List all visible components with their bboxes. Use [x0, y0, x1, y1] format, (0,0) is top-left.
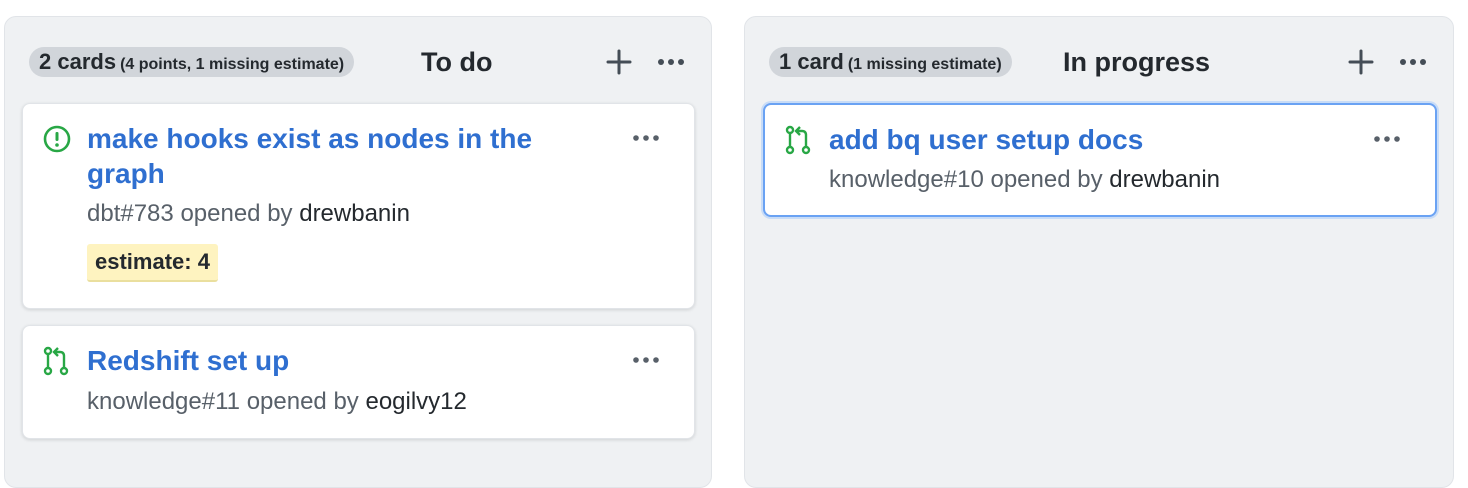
card-count: 1 card: [779, 49, 844, 74]
pull-request-icon: [42, 346, 72, 376]
card-title-link[interactable]: add bq user setup docs: [829, 122, 1305, 157]
card-menu-button[interactable]: [628, 128, 664, 148]
pull-request-icon: [784, 125, 814, 155]
column-menu-button[interactable]: [651, 45, 691, 79]
card-count: 2 cards: [39, 49, 117, 74]
kebab-horizontal-icon: [658, 59, 684, 65]
opened-by-text: opened by: [180, 200, 293, 227]
card-pull-request[interactable]: Redshift set up knowledge#11 opened by e…: [22, 325, 695, 439]
column-in-progress: 1 card (1 missing estimate) In progress a…: [744, 16, 1454, 488]
card-author[interactable]: eogilvy12: [365, 388, 466, 415]
plus-icon: [606, 49, 632, 75]
kebab-horizontal-icon: [1400, 59, 1426, 65]
kebab-horizontal-icon: [633, 135, 659, 141]
plus-icon: [1348, 49, 1374, 75]
card-menu-button[interactable]: [1369, 129, 1405, 149]
opened-by-text: opened by: [990, 166, 1103, 193]
card-count-detail: (1 missing estimate): [847, 56, 1002, 73]
card-ref[interactable]: dbt#783: [87, 200, 174, 227]
card-ref[interactable]: knowledge#11: [87, 388, 240, 415]
card-author[interactable]: drewbanin: [299, 200, 410, 227]
column-header: 1 card (1 missing estimate) In progress: [745, 45, 1453, 79]
issue-open-icon: [42, 124, 72, 154]
card-meta: knowledge#10 opened by drewbanin: [829, 166, 1220, 194]
card-count-detail: (4 points, 1 missing estimate): [120, 56, 345, 73]
card-title-link[interactable]: make hooks exist as nodes in the graph: [87, 121, 564, 191]
add-card-button[interactable]: [599, 45, 639, 79]
card-counter: 2 cards (4 points, 1 missing estimate): [29, 47, 355, 77]
column-title: To do: [421, 47, 493, 77]
column-title: In progress: [1063, 47, 1211, 77]
add-card-button[interactable]: [1341, 45, 1381, 79]
card-counter: 1 card (1 missing estimate): [769, 47, 1012, 77]
card-ref[interactable]: knowledge#10: [829, 166, 984, 193]
estimate-label[interactable]: estimate: 4: [87, 244, 218, 282]
card-meta: dbt#783 opened by drewbanin: [87, 200, 410, 228]
column-menu-button[interactable]: [1393, 45, 1433, 79]
column-todo: 2 cards (4 points, 1 missing estimate) To…: [4, 16, 712, 488]
card-meta: knowledge#11 opened by eogilvy12: [87, 388, 467, 416]
card-title-link[interactable]: Redshift set up: [87, 343, 564, 378]
card-menu-button[interactable]: [628, 350, 664, 370]
kebab-horizontal-icon: [1374, 136, 1400, 142]
card-author[interactable]: drewbanin: [1109, 166, 1220, 193]
column-header: 2 cards (4 points, 1 missing estimate) To…: [5, 45, 711, 79]
opened-by-text: opened by: [246, 388, 359, 415]
card-issue[interactable]: make hooks exist as nodes in the graph d…: [22, 103, 695, 309]
card-pull-request-selected[interactable]: add bq user setup docs knowledge#10 open…: [763, 103, 1437, 217]
kebab-horizontal-icon: [633, 357, 659, 363]
